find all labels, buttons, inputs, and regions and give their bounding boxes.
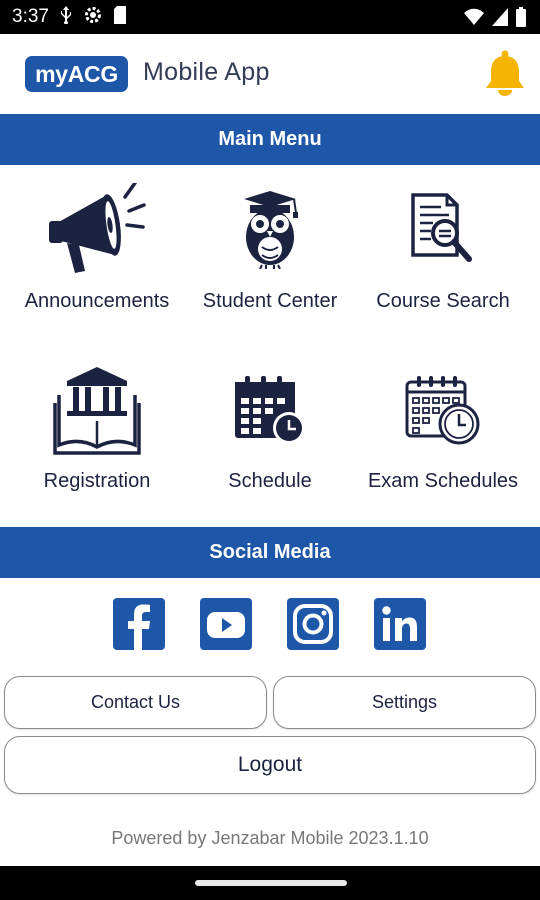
logout-label: Logout <box>237 753 303 776</box>
facebook-icon[interactable] <box>113 598 165 650</box>
main-menu-title: Main Menu <box>218 128 322 150</box>
tile-label: Announcements <box>24 290 170 312</box>
calendar-clock-icon <box>180 365 360 455</box>
home-gesture-handle[interactable] <box>195 880 347 886</box>
cell-signal-icon <box>492 8 508 31</box>
tile-student-center[interactable]: Student Center <box>180 165 360 345</box>
tile-exam-schedules[interactable]: Exam Schedules <box>353 345 533 525</box>
settings-gear-icon <box>83 5 103 30</box>
tile-course-search[interactable]: Course Search <box>353 165 533 345</box>
calendar-clock-outline-icon <box>353 365 533 455</box>
powered-by-footer: Powered by Jenzabar Mobile 2023.1.10 <box>111 828 429 848</box>
usb-icon <box>59 5 73 29</box>
logout-button[interactable]: Logout <box>4 736 536 794</box>
bell-icon[interactable] <box>484 50 526 103</box>
tile-label: Student Center <box>202 290 338 312</box>
tile-label: Schedule <box>228 470 312 492</box>
tile-announcements[interactable]: Announcements <box>7 165 187 345</box>
app-name: Mobile App <box>143 58 270 86</box>
linkedin-icon[interactable] <box>374 598 426 650</box>
contact-us-label: Contact Us <box>90 692 181 712</box>
tile-label: Course Search <box>376 290 510 312</box>
status-time: 3:37 <box>12 6 49 27</box>
owl-graduate-icon <box>180 185 360 275</box>
settings-button[interactable]: Settings <box>273 676 536 729</box>
tile-schedule[interactable]: Schedule <box>180 345 360 525</box>
status-bar: 3:37 <box>0 0 540 34</box>
instagram-icon[interactable] <box>287 598 339 650</box>
library-book-icon <box>7 365 187 455</box>
youtube-icon[interactable] <box>200 598 252 650</box>
app-header: myACG Mobile App <box>0 34 540 114</box>
battery-icon <box>516 7 526 32</box>
document-search-icon <box>353 185 533 275</box>
social-media-header: Social Media <box>0 527 540 578</box>
navigation-bar <box>0 866 540 900</box>
tile-label: Registration <box>43 470 151 492</box>
contact-us-button[interactable]: Contact Us <box>4 676 267 729</box>
sd-card-icon <box>113 5 127 29</box>
tile-registration[interactable]: Registration <box>7 345 187 525</box>
main-menu-header: Main Menu <box>0 114 540 165</box>
wifi-icon <box>464 8 484 31</box>
megaphone-icon <box>7 183 187 275</box>
app-logo: myACG <box>25 56 128 92</box>
tile-label: Exam Schedules <box>367 470 519 492</box>
settings-label: Settings <box>371 692 438 712</box>
social-media-title: Social Media <box>209 541 331 563</box>
